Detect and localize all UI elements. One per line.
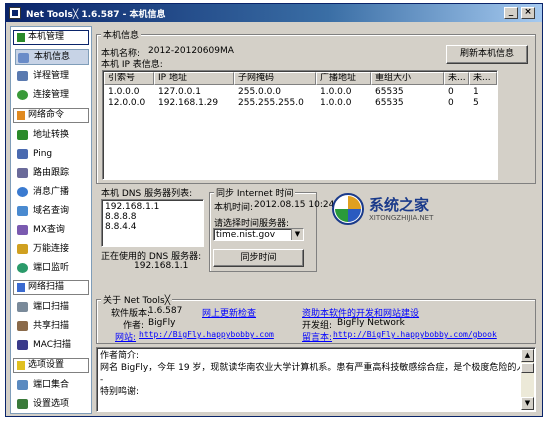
about-legend: 关于 Net Tools╳ xyxy=(101,293,173,306)
watermark-logo: 系统之家 XITONGZHIJIA.NET xyxy=(331,190,441,232)
connection-icon xyxy=(17,90,28,100)
col-reassembly[interactable]: 重组大小 xyxy=(371,72,444,85)
intro-body: 网名 BigFly，今年 19 岁，现就读华南农业大学计算机系。患有严重高科技敏… xyxy=(100,363,520,373)
sync-time-button[interactable]: 同步时间 xyxy=(213,249,304,267)
col-unknown-2[interactable]: 未... xyxy=(469,72,497,85)
broadcast-icon xyxy=(17,187,28,197)
sidebar-item-port-listen[interactable]: 端口监听 xyxy=(15,260,89,276)
sidebar-item-port-set[interactable]: 端口集合 xyxy=(15,377,89,393)
sidebar: 本机管理 本机信息 详程管理 连接管理 网络命令 地址转换 Ping 路由跟踪 … xyxy=(10,26,92,414)
host-info-group: 本机信息 本机名称: 2012-20120609MA 本机 IP 表信息: 刷新… xyxy=(96,28,536,184)
computer-icon xyxy=(18,53,29,63)
convert-icon xyxy=(17,130,28,140)
ip-table: 引索号 IP 地址 子网掩码 广播地址 重组大小 未... 未... 1.0.0… xyxy=(102,70,498,180)
share-icon xyxy=(17,321,28,331)
guestbook-label[interactable]: 留言本: xyxy=(302,330,332,343)
dns-server-list[interactable]: 192.168.1.1 8.8.8.8 8.8.4.4 xyxy=(101,199,204,247)
col-unknown-1[interactable]: 未... xyxy=(444,72,469,85)
sidebar-item-share-scan[interactable]: 共享扫描 xyxy=(15,318,89,334)
link-icon xyxy=(17,244,28,254)
intro-dash: - xyxy=(100,375,104,385)
sidebar-item-universal-connect[interactable]: 万能连接 xyxy=(15,241,89,257)
sidebar-item-connection[interactable]: 连接管理 xyxy=(15,87,89,103)
time-sync-legend: 同步 Internet 时间 xyxy=(214,186,296,199)
port-set-icon xyxy=(17,380,28,390)
local-time-label: 本机时间: xyxy=(214,203,254,213)
sidebar-item-traceroute[interactable]: 路由跟踪 xyxy=(15,165,89,181)
sidebar-item-port-scan[interactable]: 端口扫描 xyxy=(15,299,89,315)
dns-server-item[interactable]: 8.8.4.4 xyxy=(105,222,159,232)
intro-thanks: 特别鸣谢: xyxy=(100,387,140,397)
group-icon xyxy=(17,361,25,370)
dns-server-item[interactable]: 192.168.1.1 xyxy=(105,202,159,212)
time-sync-group: 同步 Internet 时间 本机时间: 2012.08.15 10:24:06… xyxy=(209,186,349,272)
group-icon xyxy=(17,111,25,120)
mail-icon xyxy=(17,225,28,235)
app-icon xyxy=(9,7,21,19)
main-window: Net Tools╳ 1.6.587 - 本机信息 _ × 本机管理 本机信息 … xyxy=(5,3,543,417)
settings-icon xyxy=(17,399,28,409)
ip-table-label: 本机 IP 表信息: xyxy=(101,60,163,70)
author-value: BigFly xyxy=(148,318,176,328)
sidebar-item-settings[interactable]: 设置选项 xyxy=(15,396,89,412)
scan-icon xyxy=(17,302,28,312)
intro-scrollbar[interactable]: ▲ ▼ xyxy=(521,349,534,410)
scroll-down-icon[interactable]: ▼ xyxy=(521,397,534,410)
col-ip[interactable]: IP 地址 xyxy=(154,72,234,85)
refresh-host-button[interactable]: 刷新本机信息 xyxy=(446,45,528,64)
content-area: 本机信息 本机名称: 2012-20120609MA 本机 IP 表信息: 刷新… xyxy=(96,26,538,414)
intro-textarea[interactable]: 作者简介: 网名 BigFly，今年 19 岁，现就读华南农业大学计算机系。患有… xyxy=(96,347,536,412)
dns-in-use-value: 192.168.1.1 xyxy=(134,261,189,271)
process-icon xyxy=(17,71,28,81)
dev-team-value: BigFly Network xyxy=(337,318,405,328)
host-name-value: 2012-20120609MA xyxy=(148,46,234,56)
time-server-value: time.nist.gov xyxy=(216,230,276,240)
mac-icon xyxy=(17,340,28,350)
close-button[interactable]: × xyxy=(521,7,535,19)
intro-title: 作者简介: xyxy=(100,351,140,361)
time-server-select[interactable]: time.nist.gov ▼ xyxy=(213,228,304,241)
guestbook-link[interactable]: http://BigFly.happybobby.com/gbook xyxy=(333,330,497,339)
ping-icon xyxy=(17,149,28,159)
website-label[interactable]: 网站: xyxy=(115,330,136,343)
col-mask[interactable]: 子网掩码 xyxy=(234,72,316,85)
version-value: 1.6.587 xyxy=(148,306,183,316)
host-info-legend: 本机信息 xyxy=(101,28,142,41)
sidebar-item-broadcast[interactable]: 消息广播 xyxy=(15,184,89,200)
group-network-scan[interactable]: 网络扫描 xyxy=(13,280,89,295)
update-check-link[interactable]: 网上更新检查 xyxy=(202,306,256,319)
watermark-brand: 系统之家 xyxy=(369,196,430,214)
globe-icon xyxy=(17,263,28,273)
group-icon xyxy=(17,283,25,292)
sidebar-item-process[interactable]: 详程管理 xyxy=(15,68,89,84)
website-link[interactable]: http://BigFly.happybobby.com xyxy=(139,330,274,339)
group-host-management[interactable]: 本机管理 xyxy=(13,30,89,45)
minimize-button[interactable]: _ xyxy=(504,7,518,19)
watermark-domain: XITONGZHIJIA.NET xyxy=(369,214,434,222)
watermark-icon xyxy=(332,193,364,225)
group-options[interactable]: 选项设置 xyxy=(13,358,89,373)
dns-server-item[interactable]: 8.8.8.8 xyxy=(105,212,159,222)
about-group: 关于 Net Tools╳ 软件版本: 1.6.587 网上更新检查 资助本软件… xyxy=(96,293,536,344)
group-icon xyxy=(17,33,25,42)
sidebar-item-ping[interactable]: Ping xyxy=(15,146,89,162)
window-title: Net Tools╳ 1.6.587 - 本机信息 xyxy=(26,10,166,20)
dns-list-label: 本机 DNS 服务器列表: xyxy=(101,189,193,199)
sidebar-item-address-convert[interactable]: 地址转换 xyxy=(15,127,89,143)
scroll-thumb[interactable] xyxy=(521,363,534,373)
sidebar-item-mac-scan[interactable]: MAC扫描 xyxy=(15,337,89,353)
sidebar-item-host-info[interactable]: 本机信息 xyxy=(15,49,89,65)
chevron-down-icon[interactable]: ▼ xyxy=(291,229,303,240)
lookup-icon xyxy=(17,206,28,216)
sidebar-item-mx-lookup[interactable]: MX查询 xyxy=(15,222,89,238)
col-broadcast[interactable]: 广播地址 xyxy=(316,72,371,85)
route-icon xyxy=(17,168,28,178)
group-network-commands[interactable]: 网络命令 xyxy=(13,108,89,123)
col-index[interactable]: 引索号 xyxy=(104,72,154,85)
sidebar-item-dns-lookup[interactable]: 域名查询 xyxy=(15,203,89,219)
title-bar: Net Tools╳ 1.6.587 - 本机信息 _ × xyxy=(6,4,542,22)
scroll-up-icon[interactable]: ▲ xyxy=(521,349,534,362)
